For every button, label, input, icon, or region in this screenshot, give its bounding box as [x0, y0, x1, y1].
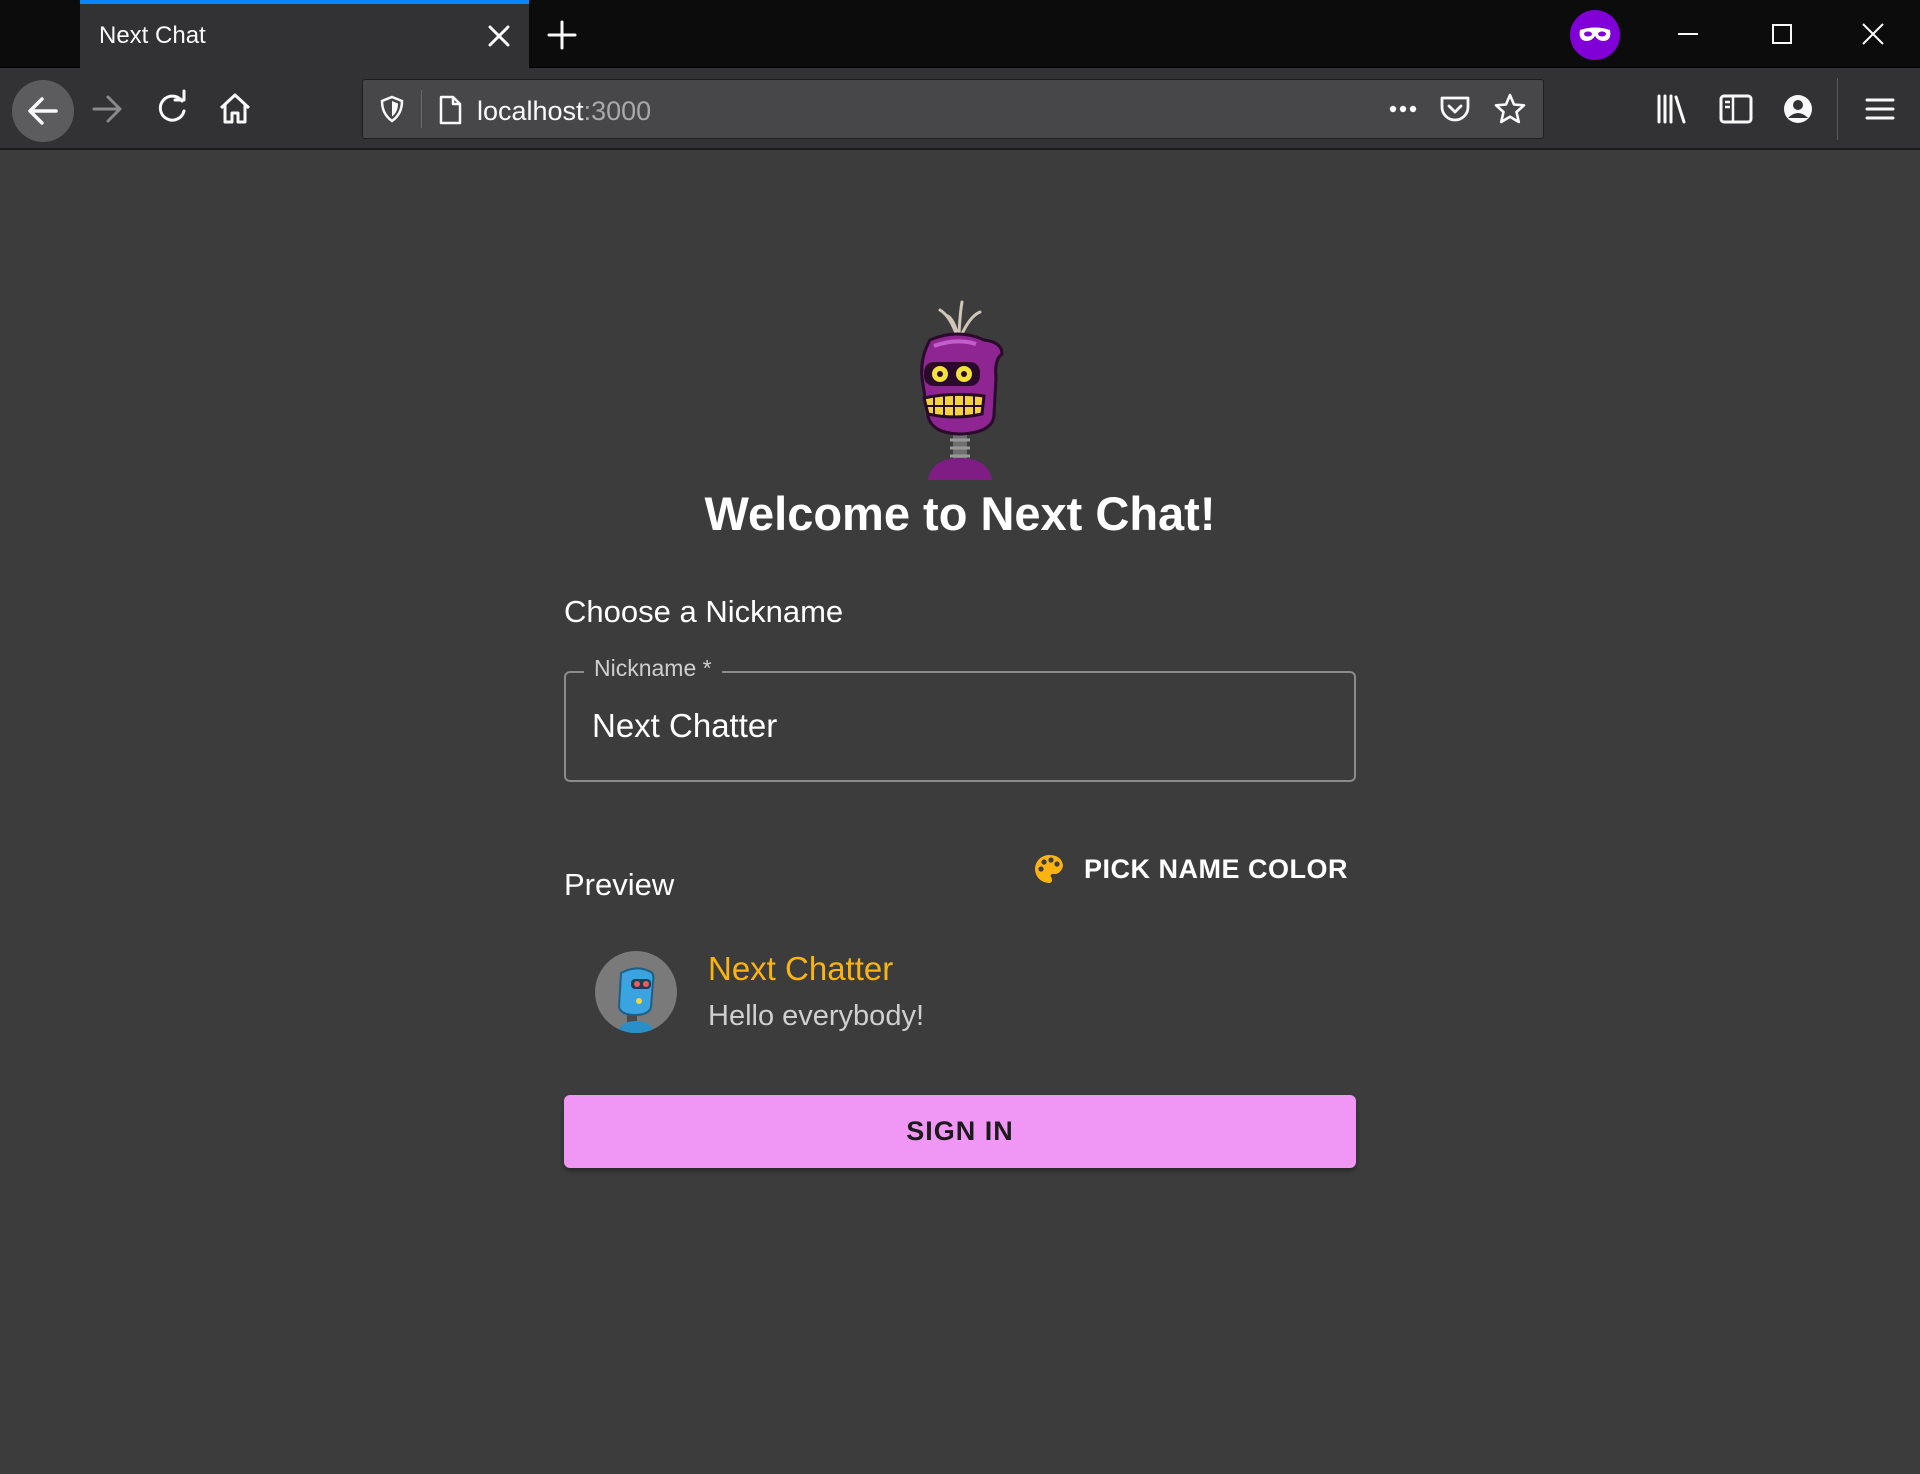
nickname-field-label: Nickname *: [584, 655, 722, 682]
url-text[interactable]: localhost:3000: [477, 96, 651, 127]
url-bar[interactable]: localhost:3000: [362, 79, 1544, 139]
more-horizontal-icon[interactable]: [1383, 94, 1423, 124]
private-browsing-mask-icon: [1570, 10, 1620, 60]
browser-tab-strip: Next Chat: [0, 0, 1920, 68]
hamburger-menu-icon[interactable]: [1857, 86, 1903, 132]
page-title: Welcome to Next Chat!: [704, 487, 1216, 540]
page-content: Welcome to Next Chat! Choose a Nickname …: [0, 150, 1920, 1474]
pocket-icon[interactable]: [1438, 93, 1472, 125]
arrow-left-icon[interactable]: [12, 80, 74, 142]
sign-in-button[interactable]: SIGN IN: [564, 1095, 1356, 1168]
nickname-section-heading: Choose a Nickname: [564, 594, 844, 629]
reload-icon[interactable]: [149, 86, 195, 132]
sidebar-icon[interactable]: [1713, 86, 1759, 132]
pick-name-color-button[interactable]: PICK NAME COLOR: [1018, 843, 1364, 895]
preview-nickname: Next Chatter: [708, 950, 894, 987]
robot-logo: [910, 298, 1020, 480]
minimize-icon[interactable]: [1668, 14, 1708, 54]
library-icon[interactable]: [1650, 86, 1696, 132]
tracking-shield-icon[interactable]: [377, 94, 407, 124]
pick-name-color-label: PICK NAME COLOR: [1084, 853, 1348, 884]
tab-title: Next Chat: [99, 22, 206, 49]
url-port: :3000: [583, 96, 652, 126]
account-icon[interactable]: [1775, 86, 1821, 132]
preview-message: Hello everybody!: [708, 1000, 924, 1032]
home-icon[interactable]: [212, 86, 258, 132]
star-icon[interactable]: [1493, 92, 1527, 126]
avatar: [595, 951, 677, 1033]
browser-toolbar: localhost:3000: [0, 68, 1920, 150]
url-separator: [421, 90, 422, 128]
toolbar-separator: [1837, 78, 1838, 140]
plus-icon[interactable]: [544, 17, 580, 53]
page-icon[interactable]: [435, 94, 465, 126]
maximize-icon[interactable]: [1762, 14, 1802, 54]
close-icon[interactable]: [485, 22, 513, 50]
browser-tab[interactable]: Next Chat: [80, 0, 529, 68]
url-host: localhost: [477, 96, 584, 126]
nickname-input[interactable]: [592, 707, 1332, 745]
palette-icon: [1032, 852, 1066, 886]
arrow-right-icon[interactable]: [84, 86, 130, 132]
window-close-icon[interactable]: [1853, 14, 1893, 54]
preview-section-heading: Preview: [564, 867, 675, 902]
nickname-field[interactable]: Nickname *: [564, 655, 1356, 782]
